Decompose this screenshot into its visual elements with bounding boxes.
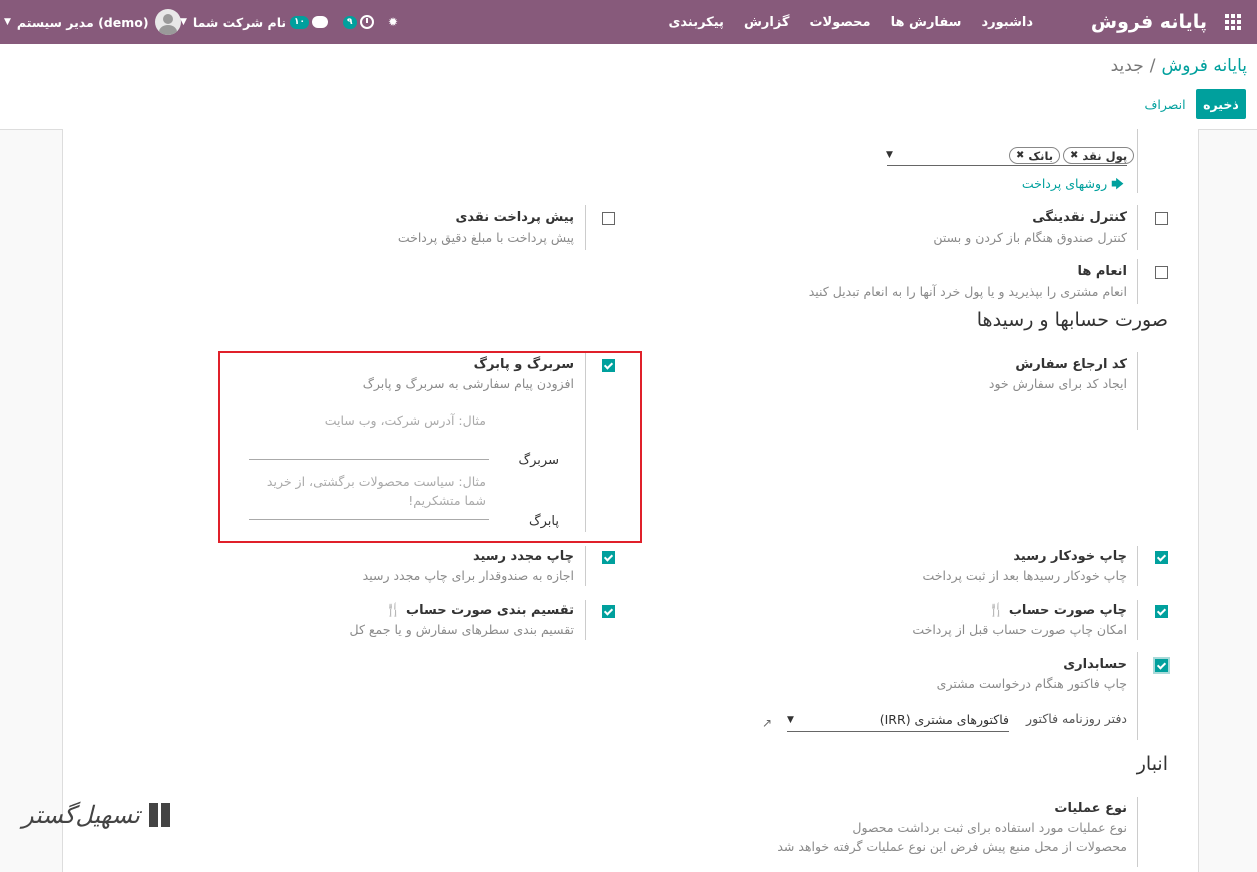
tag-label: بانک [1028, 148, 1054, 163]
setting-divider [1137, 546, 1138, 586]
bill-split-title-text: تقسیم بندی صورت حساب [406, 603, 574, 618]
setting-divider [1137, 797, 1138, 867]
reprint-title: چاپ مجدد رسید [472, 549, 574, 564]
bill-split-desc: تقسیم بندی سطرهای سفارش و یا جمع کل [349, 622, 574, 637]
setting-divider [585, 205, 586, 250]
bill-print-title-text: چاپ صورت حساب [1008, 603, 1127, 618]
operation-type-title: نوع عملیات [1054, 801, 1127, 816]
setting-divider [585, 600, 586, 640]
setting-divider [1137, 259, 1138, 304]
company-switcher[interactable]: ▼ نام شرکت شما [180, 0, 286, 44]
payment-methods-field[interactable] [887, 165, 1127, 166]
save-button[interactable]: ذخیره [1196, 89, 1246, 119]
watermark-text: تسهیل‌گستر [22, 801, 140, 829]
app-brand[interactable]: پایانه فروش [1091, 0, 1207, 44]
setting-divider [585, 546, 586, 586]
breadcrumb-parent[interactable]: پایانه فروش [1161, 56, 1247, 76]
activity-menu[interactable]: ۹ [343, 0, 374, 44]
apps-menu-icon[interactable] [1225, 0, 1243, 44]
menu-products[interactable]: محصولات [809, 15, 870, 30]
watermark-logo: تسهیل‌گستر [22, 800, 172, 830]
payment-methods-link-label: روشهای پرداخت [1021, 176, 1108, 191]
top-navbar: پایانه فروش داشبورد سفارش ها محصولات گزا… [0, 0, 1257, 44]
section-title-inventory: انبار [1136, 753, 1168, 775]
invoicing-checkbox[interactable] [1155, 659, 1168, 672]
operation-type-desc-1: نوع عملیات مورد استفاده برای ثبت برداشت … [852, 820, 1127, 835]
restaurant-icon: 🍴 [385, 603, 402, 618]
setting-divider [1137, 600, 1138, 640]
caret-down-icon: ▼ [180, 17, 187, 27]
invoicing-title: حسابداری [1063, 657, 1127, 672]
bill-print-desc: امکان چاپ صورت حساب قبل از پرداخت [912, 622, 1127, 637]
auto-print-title: چاپ خودکار رسید [1013, 549, 1127, 564]
reprint-desc: اجازه به صندوقدار برای چاپ مجدد رسید [362, 568, 574, 583]
cash-prepay-checkbox[interactable] [602, 212, 615, 225]
bug-icon[interactable]: ✹ [388, 0, 398, 44]
breadcrumb: پایانه فروش/جدید [1111, 56, 1247, 76]
external-link-icon[interactable]: ↗ [762, 716, 772, 730]
setting-divider [1137, 652, 1138, 740]
user-name: مدیر سیستم (demo) [16, 14, 149, 30]
operation-type-desc-2: محصولات از محل منبع پیش فرض این نوع عملی… [777, 839, 1127, 854]
highlight-box [218, 351, 642, 543]
arrow-right-icon: 🡆 [1107, 176, 1124, 191]
invoice-journal-label: دفتر روزنامه فاکتور [1026, 711, 1127, 726]
cash-control-title: کنترل نقدینگی [1032, 210, 1127, 225]
restaurant-icon: 🍴 [988, 603, 1005, 618]
comments-icon [312, 16, 328, 28]
remove-tag-icon[interactable]: ✖ [1016, 150, 1024, 161]
auto-print-desc: چاپ خودکار رسیدها بعد از ثبت پرداخت [922, 568, 1127, 583]
setting-divider [1137, 205, 1138, 250]
user-menu[interactable]: ▼ مدیر سیستم (demo) [4, 0, 181, 44]
order-ref-desc: ایجاد کد برای سفارش خود [988, 376, 1127, 391]
order-ref-title: کد ارجاع سفارش [1015, 357, 1127, 372]
invoice-journal-field[interactable] [787, 731, 1009, 732]
bill-print-checkbox[interactable] [1155, 605, 1168, 618]
tag-label: پول نقد [1082, 148, 1128, 163]
brand-logo-icon [148, 800, 172, 830]
menu-configuration[interactable]: پیکربندی [668, 15, 723, 30]
payment-methods-link[interactable]: 🡆 روشهای پرداخت [1022, 175, 1124, 196]
tag-cash[interactable]: پول نقد ✖ [1063, 147, 1135, 164]
clock-icon [359, 15, 374, 29]
reprint-checkbox[interactable] [602, 551, 615, 564]
caret-down-icon: ▼ [4, 17, 11, 27]
discard-button[interactable]: انصراف [1140, 89, 1190, 119]
section-title-bills: صورت حسابها و رسیدها [976, 309, 1168, 331]
invoice-journal-value[interactable]: فاکتورهای مشتری (IRR) [880, 712, 1009, 727]
breadcrumb-current: جدید [1110, 56, 1144, 76]
invoicing-desc: چاپ فاکتور هنگام درخواست مشتری [936, 676, 1127, 691]
menu-reporting[interactable]: گزارش [744, 15, 790, 30]
menu-dashboard[interactable]: داشبورد [981, 15, 1033, 30]
menu-orders[interactable]: سفارش ها [891, 15, 962, 30]
messages-badge: ۱۰ [290, 15, 309, 29]
tips-desc: انعام مشتری را بپذیرید و یا پول خرد آنها… [808, 284, 1127, 299]
remove-tag-icon[interactable]: ✖ [1070, 150, 1078, 161]
tag-bank[interactable]: بانک ✖ [1009, 147, 1061, 164]
bill-print-title: چاپ صورت حساب 🍴 [988, 603, 1127, 618]
tips-title: انعام ها [1077, 264, 1127, 279]
auto-print-checkbox[interactable] [1155, 551, 1168, 564]
cash-prepay-desc: پیش پرداخت با مبلغ دقیق پرداخت [397, 230, 574, 245]
messaging-menu[interactable]: ۱۰ [290, 0, 328, 44]
activity-badge: ۹ [343, 15, 357, 29]
avatar [154, 9, 181, 35]
cash-control-checkbox[interactable] [1155, 212, 1168, 225]
setting-divider [1137, 129, 1138, 193]
bill-split-title: تقسیم بندی صورت حساب 🍴 [385, 603, 574, 618]
setting-divider [1137, 352, 1138, 430]
bill-split-checkbox[interactable] [602, 605, 615, 618]
breadcrumb-separator: / [1149, 56, 1156, 76]
cash-prepay-title: پیش پرداخت نقدی [455, 210, 574, 225]
dropdown-caret-icon[interactable]: ▼ [787, 715, 794, 725]
tips-checkbox[interactable] [1155, 266, 1168, 279]
dropdown-caret-icon[interactable]: ▼ [886, 150, 893, 160]
main-menu: داشبورد سفارش ها محصولات گزارش پیکربندی [648, 0, 1033, 44]
cash-control-desc: کنترل صندوق هنگام باز کردن و بستن [933, 230, 1127, 245]
company-name: نام شرکت شما [192, 14, 287, 30]
